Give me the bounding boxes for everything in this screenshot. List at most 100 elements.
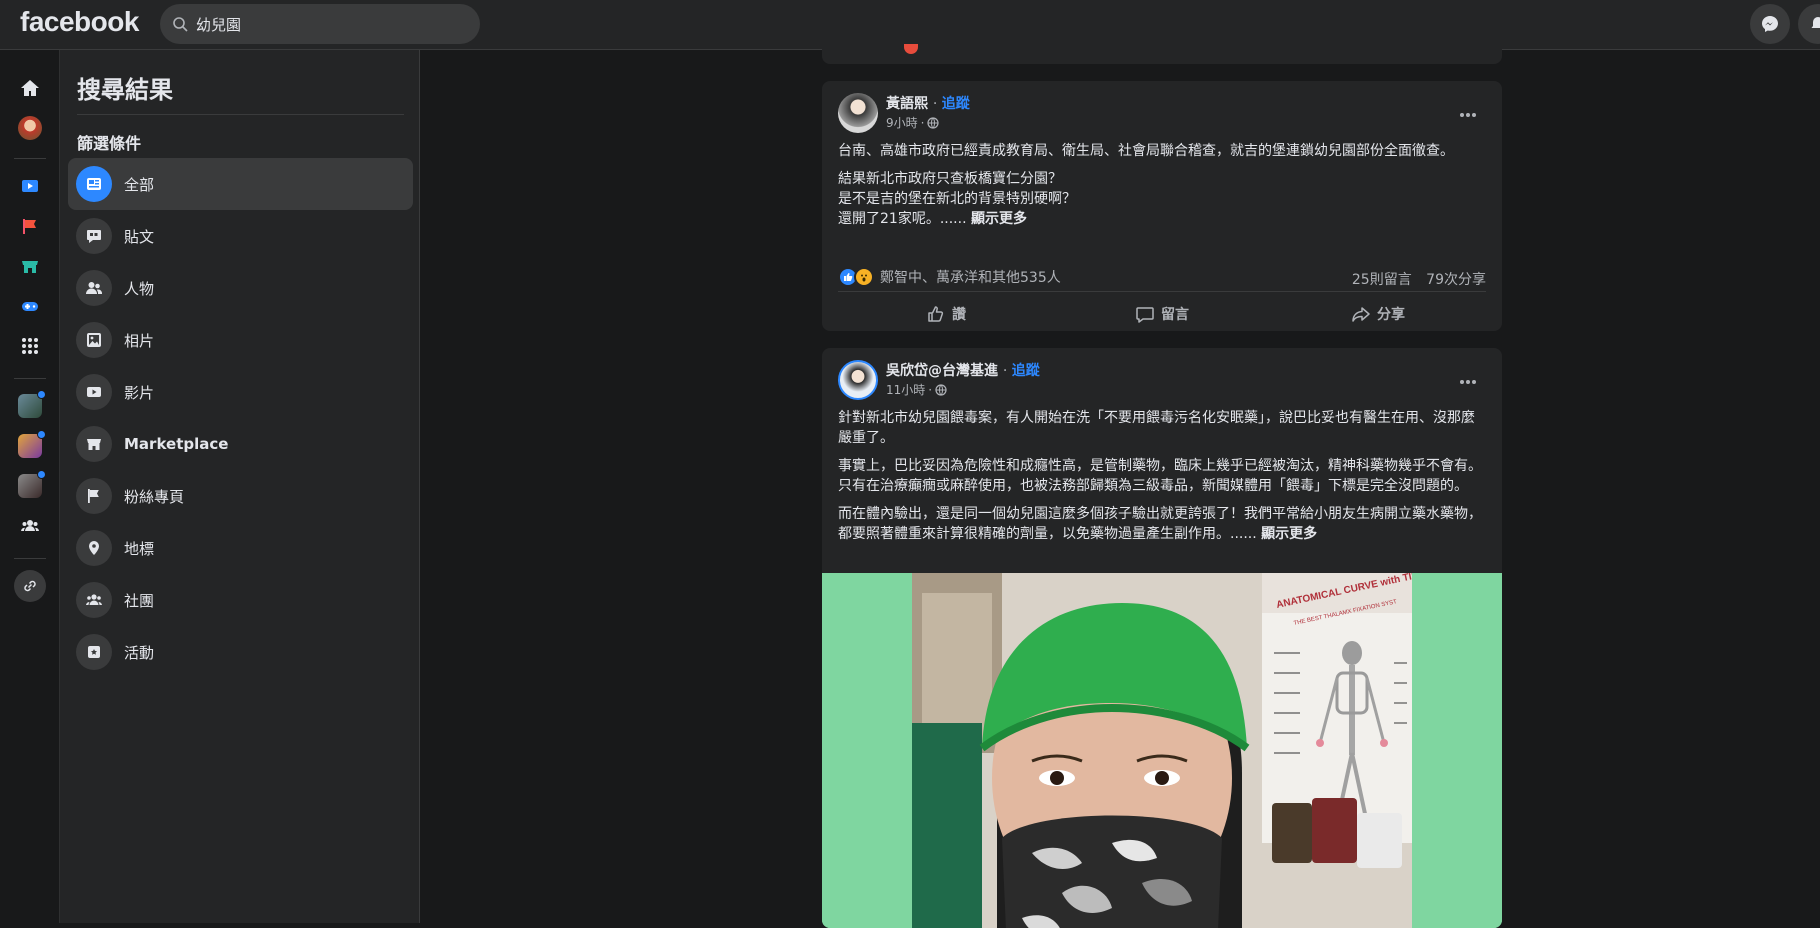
- shares-count[interactable]: 79次分享: [1426, 272, 1486, 288]
- post-photo[interactable]: ANATOMICAL CURVE with TIE THE BEST THALA…: [822, 570, 1502, 928]
- post-time[interactable]: 11小時: [886, 381, 925, 398]
- share-button[interactable]: 分享: [1270, 292, 1486, 331]
- filter-posts[interactable]: 貼文: [68, 210, 413, 262]
- comment-label: 留言: [1161, 306, 1189, 323]
- share-label: 分享: [1377, 306, 1405, 323]
- post-paragraph-last: 而在體內驗出，還是同一個幼兒園這麼多個孩子驗出就更誇張了！我們平常給小朋友生病開…: [838, 504, 1486, 544]
- menu-button[interactable]: [14, 330, 46, 362]
- follow-button[interactable]: 追蹤: [942, 96, 970, 112]
- sidebar-divider: [77, 114, 404, 115]
- filter-photos[interactable]: 相片: [68, 314, 413, 366]
- post-meta: 9小時 ·: [886, 114, 940, 131]
- marketplace-icon: [76, 426, 112, 462]
- unread-dot: [37, 430, 46, 439]
- post-stats: 鄭智中、萬承洋和其他535人 25則留言 79次分享: [838, 267, 1486, 291]
- shortcut-group-3[interactable]: [14, 470, 46, 502]
- messenger-icon: [1762, 16, 1778, 32]
- follow-button[interactable]: 追蹤: [1012, 363, 1040, 379]
- filter-label: 影片: [124, 383, 155, 402]
- comments-count[interactable]: 25則留言: [1352, 272, 1412, 288]
- people-icon: [76, 270, 112, 306]
- pages-button[interactable]: [14, 210, 46, 242]
- filter-pages[interactable]: 粉絲專頁: [68, 470, 413, 522]
- author-name[interactable]: 黃語熙: [886, 96, 928, 112]
- more-options-button[interactable]: [1450, 97, 1486, 133]
- search-box[interactable]: [160, 4, 480, 44]
- search-icon: [173, 17, 188, 32]
- filter-label: 人物: [124, 279, 155, 298]
- author-avatar[interactable]: [838, 93, 878, 133]
- filter-events[interactable]: 活動: [68, 626, 413, 678]
- gamepad-icon: [22, 302, 38, 311]
- reactions-text: 鄭智中、萬承洋和其他535人: [880, 270, 1061, 286]
- like-button[interactable]: 讚: [838, 292, 1054, 331]
- video-icon: [76, 374, 112, 410]
- home-button[interactable]: [14, 72, 46, 104]
- groups-icon: [76, 582, 112, 618]
- bell-icon: [1811, 17, 1820, 28]
- groups-icon: [21, 520, 39, 531]
- post-paragraph: 結果新北市政府只查板橋寶仁分園？: [838, 171, 1062, 187]
- link-icon: [24, 580, 36, 592]
- profile-button[interactable]: [14, 112, 46, 144]
- previous-post-remnant: [822, 40, 1502, 64]
- left-rail: [0, 50, 60, 923]
- author-avatar[interactable]: [838, 360, 878, 400]
- engagement-counts: 25則留言 79次分享: [1352, 269, 1486, 289]
- wow-reaction-icon: [854, 267, 874, 287]
- reactions-summary[interactable]: 鄭智中、萬承洋和其他535人: [838, 267, 1061, 287]
- post-paragraph: 台南、高雄市政府已經責成教育局、衛生局、社會局聯合稽查，就吉的堡連鎖幼兒園部份全…: [838, 143, 1454, 159]
- gaming-button[interactable]: [14, 290, 46, 322]
- more-options-button[interactable]: [1450, 364, 1486, 400]
- flag-icon: [76, 478, 112, 514]
- author-name[interactable]: 吳欣岱@台灣基進: [886, 363, 998, 379]
- facebook-logo[interactable]: facebook: [20, 6, 139, 38]
- shortcut-group-2[interactable]: [14, 430, 46, 462]
- post-paragraph: 還開了21家呢。......: [838, 211, 967, 227]
- filter-marketplace[interactable]: Marketplace: [68, 418, 413, 470]
- filters-title: 篩選條件: [77, 134, 142, 153]
- filter-people[interactable]: 人物: [68, 262, 413, 314]
- filter-label: 活動: [124, 643, 155, 662]
- search-sidebar: 搜尋結果 篩選條件 全部 貼文 人物 相片 影片 Marketplace 粉絲專…: [60, 50, 420, 923]
- post-card: 黃語熙 · 追蹤 9小時 · 台南、高雄市政府已經責成教育局、衛生局、社會局聯合…: [822, 81, 1502, 331]
- filter-label: 粉絲專頁: [124, 487, 185, 506]
- filter-label: 社團: [124, 591, 155, 610]
- filter-groups[interactable]: 社團: [68, 574, 413, 626]
- link-circle: [14, 570, 46, 602]
- post-paragraph-last: 還開了21家呢。...... 顯示更多: [838, 209, 1486, 229]
- see-more-link[interactable]: 顯示更多: [971, 211, 1027, 227]
- home-icon: [21, 80, 39, 96]
- globe-icon: [927, 116, 940, 129]
- events-icon: [76, 634, 112, 670]
- filter-all[interactable]: 全部: [68, 158, 413, 210]
- rail-divider: [14, 158, 46, 159]
- link-button[interactable]: [14, 570, 46, 602]
- filter-label: 相片: [124, 331, 155, 350]
- post-paragraph: 而在體內驗出，還是同一個幼兒園這麼多個孩子驗出就更誇張了！我們平常給小朋友生病開…: [838, 506, 1482, 542]
- search-input[interactable]: [196, 15, 456, 33]
- unread-dot: [37, 390, 46, 399]
- reaction-icon: [904, 44, 918, 54]
- see-more-link[interactable]: 顯示更多: [1261, 526, 1317, 542]
- feed-icon: [76, 166, 112, 202]
- watch-button[interactable]: [14, 170, 46, 202]
- filter-videos[interactable]: 影片: [68, 366, 413, 418]
- post-actions: 讚 留言 分享: [838, 291, 1486, 331]
- groups-button[interactable]: [14, 510, 46, 542]
- photos-icon: [76, 322, 112, 358]
- notifications-button[interactable]: [1798, 4, 1820, 44]
- marketplace-button[interactable]: [14, 250, 46, 282]
- comment-button[interactable]: 留言: [1054, 292, 1270, 331]
- share-icon: [1352, 306, 1370, 322]
- post-body: 台南、高雄市政府已經責成教育局、衛生局、社會局聯合稽查，就吉的堡連鎖幼兒園部份全…: [838, 141, 1486, 229]
- like-label: 讚: [952, 306, 966, 323]
- post-time[interactable]: 9小時: [886, 114, 918, 131]
- filter-places[interactable]: 地標: [68, 522, 413, 574]
- post-paragraph: 事實上，巴比妥因為危險性和成癮性高，是管制藥物，臨床上幾乎已經被淘汰，精神科藥物…: [838, 458, 1482, 494]
- filter-label: 全部: [124, 175, 155, 194]
- messenger-button[interactable]: [1750, 4, 1790, 44]
- unread-dot: [37, 470, 46, 479]
- shortcut-group-1[interactable]: [14, 390, 46, 422]
- avatar: [18, 116, 42, 140]
